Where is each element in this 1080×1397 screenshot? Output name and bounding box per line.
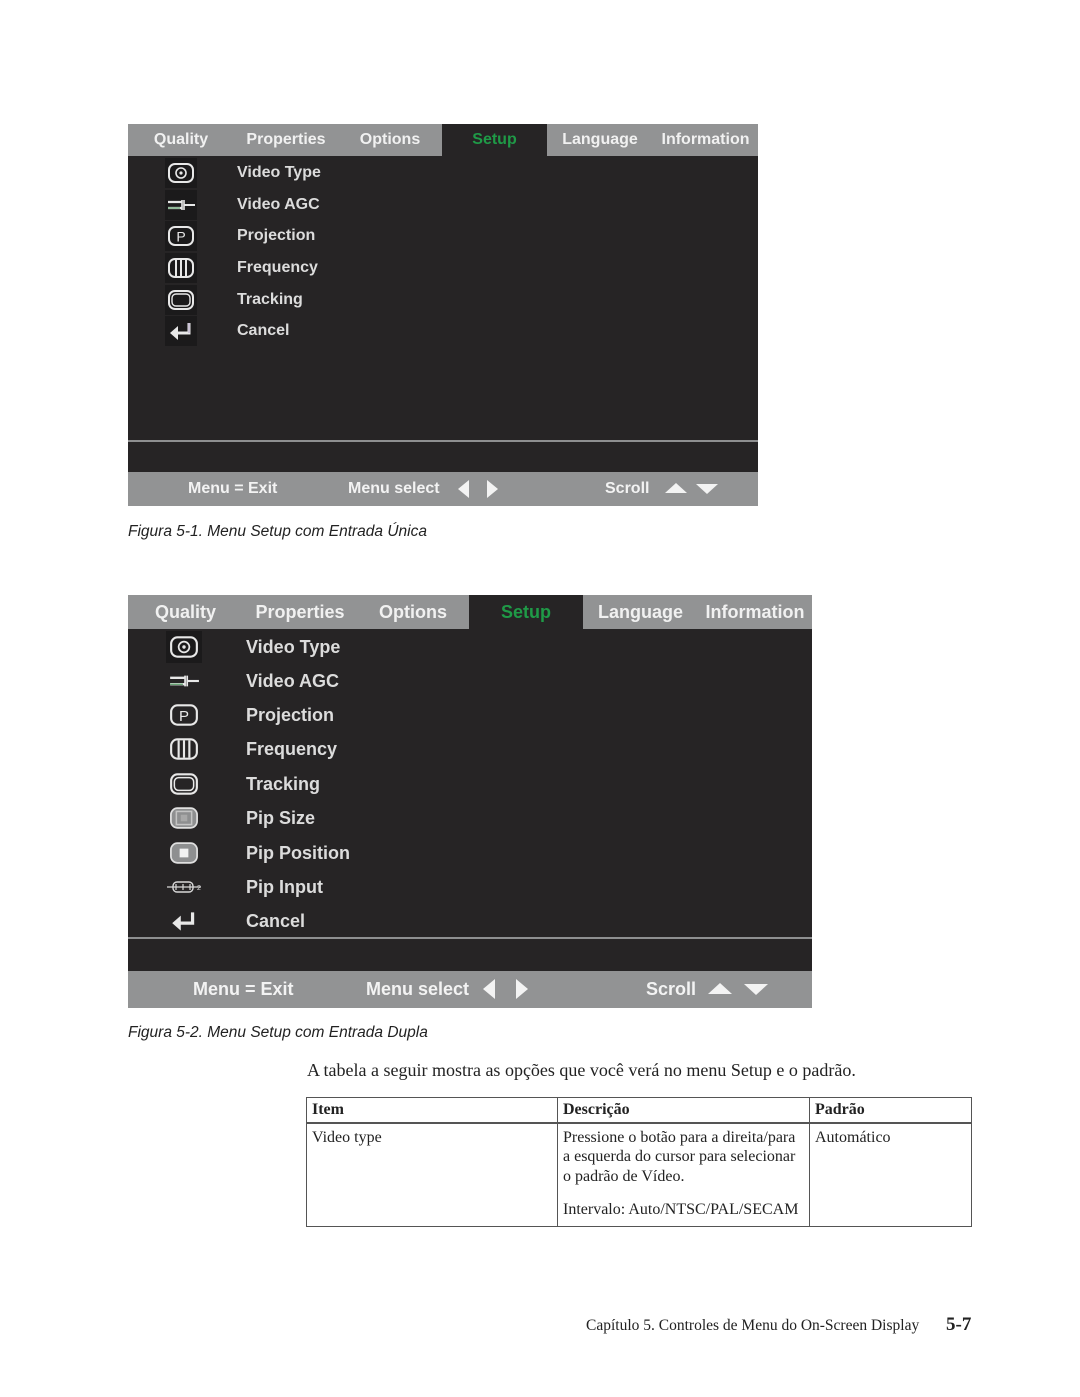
video-type-icon	[166, 631, 202, 663]
tab-options[interactable]: Options	[338, 124, 442, 156]
intro-paragraph: A tabela a seguir mostra as opções que v…	[307, 1060, 856, 1080]
setup-options-table: Item Descrição Padrão Video type Pressio…	[306, 1097, 972, 1227]
tab-language[interactable]: Language	[547, 124, 653, 156]
menu-item-video-agc[interactable]: Video AGC	[128, 665, 812, 697]
osd-menu-dual-entry: Quality Properties Options Setup Languag…	[128, 595, 812, 1008]
menu-item-video-type[interactable]: Video Type	[128, 631, 812, 663]
frequency-icon	[165, 253, 197, 283]
menu-item-pip-size[interactable]: Pip Size	[128, 802, 812, 834]
video-type-icon	[165, 158, 197, 188]
menu-item-video-agc[interactable]: Video AGC	[128, 190, 758, 220]
arrow-up-icon	[665, 483, 687, 493]
menu-item-label: Pip Size	[246, 807, 316, 828]
arrow-left-icon	[483, 979, 495, 999]
menu-item-video-type[interactable]: Video Type	[128, 158, 758, 188]
menu-select-hint: Menu select	[366, 979, 470, 999]
tab-setup[interactable]: Setup	[442, 124, 547, 156]
menu-item-label: Frequency	[246, 738, 338, 759]
menu-item-label: Pip Position	[246, 842, 351, 863]
column-header-default: Padrão	[809, 1097, 972, 1124]
tab-information[interactable]: Information	[653, 124, 758, 156]
tracking-icon	[165, 285, 197, 315]
menu-item-frequency[interactable]: Frequency	[128, 253, 758, 283]
scroll-hint: Scroll	[646, 979, 697, 999]
table-header-row: Item Descrição Padrão	[306, 1097, 972, 1124]
arrow-down-icon	[744, 984, 768, 995]
menu-exit-hint: Menu = Exit	[188, 480, 278, 497]
menu-item-label: Tracking	[237, 291, 303, 308]
menu-divider	[128, 937, 812, 939]
menu-tab-bar: Quality Properties Options Setup Languag…	[128, 595, 812, 629]
tracking-icon	[166, 768, 202, 800]
menu-item-pip-input[interactable]: 2 Pip Input	[128, 871, 812, 903]
menu-tab-bar: Quality Properties Options Setup Languag…	[128, 124, 758, 156]
pip-input-icon: 2	[166, 871, 202, 903]
menu-item-tracking[interactable]: Tracking	[128, 768, 812, 800]
pip-position-icon	[166, 837, 202, 869]
cancel-return-icon	[166, 905, 202, 937]
tab-quality[interactable]: Quality	[128, 595, 243, 629]
tab-language[interactable]: Language	[583, 595, 698, 629]
menu-item-pip-position[interactable]: Pip Position	[128, 837, 812, 869]
svg-text:2: 2	[197, 885, 201, 892]
video-agc-icon	[165, 190, 197, 220]
menu-item-label: Projection	[237, 227, 316, 244]
page-number: 5-7	[946, 1314, 972, 1335]
tab-quality[interactable]: Quality	[128, 124, 234, 156]
menu-item-label: Pip Input	[246, 876, 323, 897]
menu-select-hint: Menu select	[348, 480, 440, 497]
menu-item-label: Frequency	[237, 259, 318, 276]
column-header-description: Descrição	[557, 1097, 810, 1124]
figure-caption-2: Figura 5-2. Menu Setup com Entrada Dupla	[128, 1024, 428, 1041]
osd-menu-single-entry: Quality Properties Options Setup Languag…	[128, 124, 758, 506]
tab-properties[interactable]: Properties	[234, 124, 338, 156]
description-range: Intervalo: Auto/NTSC/PAL/SECAM	[563, 1201, 799, 1218]
cell-default: Automático	[809, 1122, 972, 1227]
menu-item-label: Video Type	[237, 164, 321, 181]
running-footer-title: Capítulo 5. Controles de Menu do On-Scre…	[586, 1317, 920, 1334]
table-row: Video type Pressione o botão para a dire…	[306, 1122, 972, 1227]
description-text: Pressione o botão para a direita/para a …	[563, 1128, 796, 1185]
cell-description: Pressione o botão para a direita/para a …	[557, 1122, 810, 1227]
svg-text:P: P	[176, 229, 185, 245]
menu-item-label: Cancel	[246, 910, 306, 931]
tab-properties[interactable]: Properties	[243, 595, 357, 629]
menu-item-label: Tracking	[246, 773, 321, 794]
scroll-hint: Scroll	[605, 480, 650, 497]
arrow-up-icon	[708, 983, 732, 994]
figure-caption-1: Figura 5-1. Menu Setup com Entrada Única	[128, 523, 427, 540]
projection-icon: P	[166, 699, 202, 731]
menu-item-label: Video Type	[246, 636, 341, 657]
menu-item-label: Video AGC	[237, 196, 320, 213]
tab-setup[interactable]: Setup	[469, 595, 583, 629]
pip-size-icon	[166, 802, 202, 834]
menu-item-projection[interactable]: P Projection	[128, 699, 812, 731]
menu-exit-hint: Menu = Exit	[193, 979, 294, 999]
svg-text:P: P	[179, 708, 189, 725]
menu-item-cancel[interactable]: Cancel	[128, 316, 758, 346]
frequency-icon	[166, 733, 202, 765]
arrow-right-icon	[516, 979, 528, 999]
menu-item-frequency[interactable]: Frequency	[128, 733, 812, 765]
tab-information[interactable]: Information	[698, 595, 812, 629]
menu-item-label: Projection	[246, 704, 335, 725]
menu-help-bar: Menu = Exit Menu select Scroll	[128, 472, 758, 506]
menu-divider	[128, 440, 758, 442]
cancel-return-icon	[165, 316, 197, 346]
arrow-left-icon	[458, 480, 469, 498]
arrow-right-icon	[487, 480, 498, 498]
column-header-item: Item	[306, 1097, 558, 1124]
cell-item: Video type	[306, 1122, 558, 1227]
menu-help-bar: Menu = Exit Menu select Scroll	[128, 971, 812, 1008]
tab-options[interactable]: Options	[357, 595, 469, 629]
video-agc-icon	[166, 665, 202, 697]
menu-item-projection[interactable]: P Projection	[128, 221, 758, 251]
menu-item-cancel[interactable]: Cancel	[128, 905, 812, 937]
menu-item-label: Video AGC	[246, 670, 340, 691]
arrow-down-icon	[696, 484, 718, 494]
menu-item-tracking[interactable]: Tracking	[128, 285, 758, 315]
projection-icon: P	[165, 221, 197, 251]
menu-item-label: Cancel	[237, 322, 290, 339]
